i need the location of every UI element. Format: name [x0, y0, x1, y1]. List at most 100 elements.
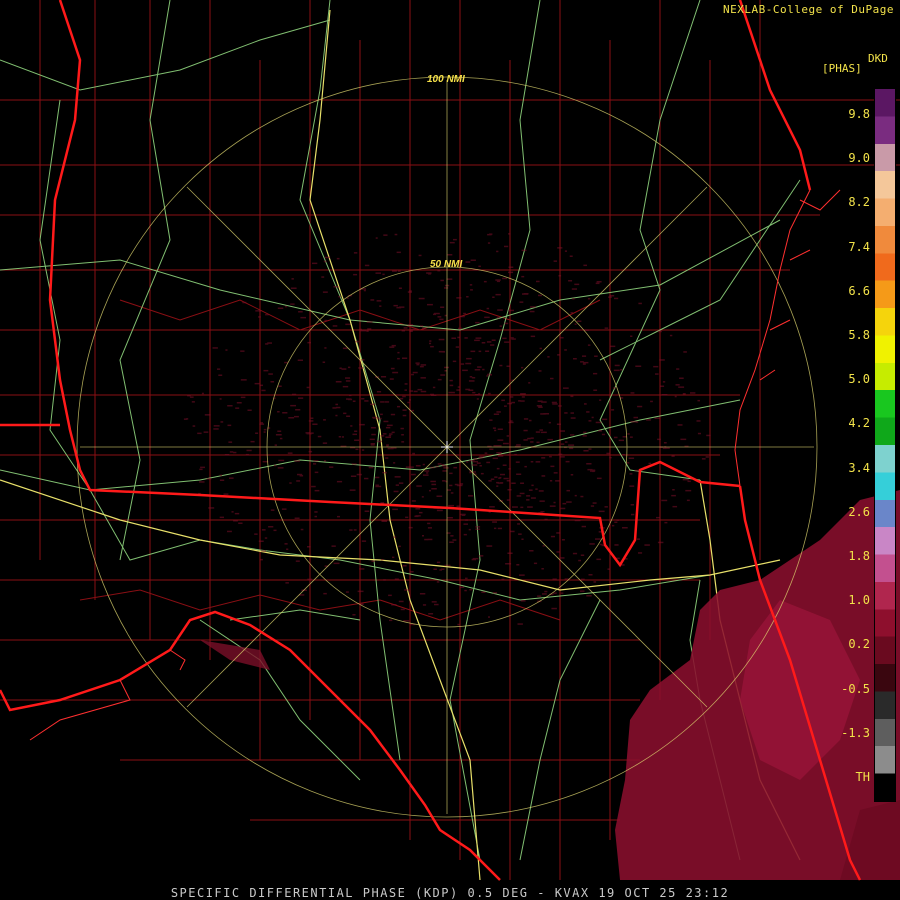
echo-speck — [430, 466, 435, 469]
echo-speck — [333, 562, 340, 565]
echo-speck — [298, 397, 304, 399]
echo-speck — [611, 524, 615, 527]
echo-speck — [654, 417, 661, 419]
echo-speck — [411, 473, 416, 476]
echo-speck — [601, 433, 606, 436]
echo-speck — [427, 527, 432, 529]
echo-speck — [189, 396, 194, 398]
echo-speck — [630, 335, 633, 337]
echo-speck — [343, 412, 347, 415]
echo-speck — [506, 365, 510, 367]
echo-speck — [403, 620, 410, 622]
echo-speck — [590, 505, 595, 507]
echo-speck — [557, 354, 560, 356]
echo-speck — [291, 278, 294, 280]
echo-speck — [671, 494, 676, 497]
echo-speck — [377, 417, 382, 420]
echo-speck — [656, 516, 661, 519]
echo-speck — [530, 461, 534, 463]
echo-speck — [242, 301, 247, 304]
echo-speck — [357, 590, 364, 593]
echo-speck — [544, 518, 548, 521]
echo-speck — [583, 361, 589, 364]
echo-speck — [333, 286, 339, 288]
echo-speck — [587, 344, 591, 346]
echo-speck — [383, 234, 388, 236]
echo-speck — [511, 401, 515, 404]
echo-speck — [527, 506, 533, 508]
echo-speck — [486, 307, 490, 310]
echo-speck — [397, 351, 400, 354]
echo-speck — [586, 463, 592, 465]
echo-speck — [240, 379, 247, 381]
echo-speck — [552, 403, 558, 405]
echo-speck — [496, 317, 500, 319]
echo-speck — [228, 441, 233, 443]
echo-speck — [489, 448, 494, 450]
echo-speck — [385, 426, 391, 429]
echo-speck — [187, 394, 191, 397]
echo-speck — [342, 347, 348, 350]
echo-speck — [391, 604, 397, 606]
echo-speck — [355, 340, 359, 343]
echo-speck — [402, 414, 407, 417]
echo-speck — [541, 431, 547, 434]
echo-speck — [488, 616, 490, 618]
echo-speck — [393, 490, 399, 493]
echo-speck — [556, 423, 561, 425]
echo-speck — [614, 297, 619, 300]
echo-speck — [246, 449, 252, 452]
echo-speck — [465, 261, 471, 263]
echo-speck — [569, 255, 573, 257]
echo-speck — [224, 454, 230, 456]
echo-speck — [530, 306, 536, 308]
echo-speck — [213, 425, 220, 427]
echo-speck — [565, 460, 570, 463]
echo-speck — [479, 465, 482, 467]
echo-speck — [394, 233, 398, 236]
echo-speck — [570, 434, 575, 436]
echo-speck — [204, 414, 211, 416]
echo-speck — [583, 264, 587, 267]
echo-speck — [447, 517, 453, 519]
echo-speck — [261, 529, 266, 531]
echo-speck — [478, 265, 481, 268]
echo-speck — [268, 373, 273, 375]
echo-speck — [450, 535, 454, 537]
echo-speck — [622, 454, 625, 456]
echo-speck — [566, 489, 570, 492]
echo-speck — [517, 623, 523, 625]
echo-speck — [355, 448, 359, 451]
echo-speck — [657, 438, 661, 441]
echo-speck — [564, 349, 567, 351]
echo-speck — [635, 421, 639, 423]
echo-speck — [629, 473, 633, 475]
echo-speck — [421, 496, 424, 498]
echo-speck — [556, 551, 560, 553]
echo-speck — [588, 448, 592, 450]
echo-speck — [423, 474, 429, 476]
echo-speck — [370, 299, 375, 301]
echo-speck — [281, 508, 287, 510]
echo-speck — [435, 465, 439, 468]
echo-speck — [265, 313, 269, 316]
echo-speck — [523, 418, 529, 420]
echo-speck — [405, 466, 410, 468]
legend-tick-label: 5.0 — [848, 372, 870, 387]
echo-speck — [496, 485, 499, 487]
echo-speck — [336, 480, 343, 483]
echo-speck — [608, 296, 612, 298]
legend-tick-label: 2.6 — [848, 504, 870, 519]
echo-speck — [479, 455, 485, 458]
echo-speck — [475, 321, 480, 324]
echo-speck — [341, 436, 344, 438]
echo-speck — [220, 421, 224, 423]
echo-speck — [570, 395, 574, 398]
echo-speck — [429, 489, 431, 492]
echo-speck — [358, 367, 364, 369]
echo-speck — [453, 466, 458, 469]
echo-speck — [294, 517, 300, 519]
echo-speck — [637, 405, 643, 408]
echo-speck — [396, 251, 401, 254]
echo-speck — [308, 450, 313, 453]
